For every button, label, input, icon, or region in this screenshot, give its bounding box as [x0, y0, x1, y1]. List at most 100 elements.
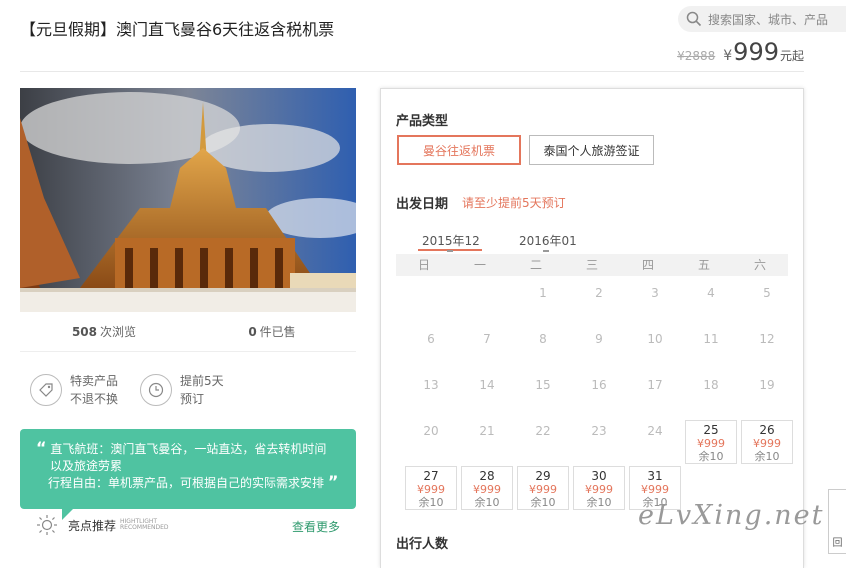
- view-more-link[interactable]: 查看更多: [292, 518, 340, 535]
- day-remaining: 余10: [754, 450, 780, 463]
- views-stat: 508 次浏览: [20, 312, 188, 351]
- travelers-label: 出行人数: [396, 537, 449, 552]
- day-remaining: 余10: [586, 496, 612, 509]
- search-icon: [686, 11, 702, 27]
- day-price: ¥999: [753, 437, 781, 450]
- day-number: 28: [479, 469, 495, 483]
- day-price: ¥999: [473, 483, 501, 496]
- calendar-day-unavailable: 22: [535, 424, 551, 438]
- calendar-day-unavailable: 4: [707, 286, 715, 300]
- current-price: 999: [733, 38, 779, 66]
- month-tab-marker: [447, 250, 453, 252]
- highlight-text: 以及旅途劳累: [50, 459, 123, 473]
- day-number: 29: [535, 469, 551, 483]
- calendar-day-unavailable: 21: [479, 424, 495, 438]
- date-hint: 请至少提前5天预订: [462, 196, 566, 210]
- feature-line: 预订: [180, 392, 205, 406]
- highlight-text: 直飞航班：澳门直飞曼谷，一站直达，省去转机时间: [50, 442, 327, 456]
- month-tab-active[interactable]: 2015年12: [422, 232, 480, 249]
- calendar-day-unavailable: 7: [483, 332, 491, 346]
- calendar-day-unavailable: 10: [647, 332, 663, 346]
- month-tab[interactable]: 2016年01: [519, 232, 577, 249]
- calendar-day-unavailable: 20: [423, 424, 439, 438]
- currency-symbol: ¥: [723, 48, 733, 64]
- sun-icon: [37, 515, 57, 535]
- back-to-top-button[interactable]: 回: [828, 489, 846, 554]
- day-number: 26: [759, 423, 775, 437]
- weekday-label: 三: [585, 258, 598, 272]
- feature-list: 特卖产品 不退不换 提前5天预订: [30, 372, 350, 408]
- calendar-day-available[interactable]: 30 ¥999 余10: [573, 466, 625, 510]
- day-price: ¥999: [417, 483, 445, 496]
- calendar-day-unavailable: 16: [591, 378, 607, 392]
- calendar-day-unavailable: 6: [427, 332, 435, 346]
- option-bangkok-flight[interactable]: 曼谷往返机票: [397, 135, 521, 165]
- header-divider: [20, 71, 804, 72]
- departure-date-label: 出发日期: [396, 197, 449, 212]
- close-quote: ”: [327, 472, 339, 491]
- tag-icon: [30, 374, 62, 406]
- calendar-day-available[interactable]: 27 ¥999 余10: [405, 466, 457, 510]
- sold-count: 0: [248, 324, 257, 339]
- day-number: 27: [423, 469, 439, 483]
- day-remaining: 余10: [418, 496, 444, 509]
- weekday-label: 四: [641, 258, 654, 272]
- calendar-day-unavailable: 13: [423, 378, 439, 392]
- calendar-day-available[interactable]: 28 ¥999 余10: [461, 466, 513, 510]
- calendar-day-unavailable: 8: [539, 332, 547, 346]
- feature-advance-booking: 提前5天预订: [140, 372, 250, 408]
- clock-icon: [140, 374, 172, 406]
- calendar-day-unavailable: 5: [763, 286, 771, 300]
- calendar-day-unavailable: 19: [759, 378, 775, 392]
- calendar-day-unavailable: 3: [651, 286, 659, 300]
- feature-special-sale: 特卖产品 不退不换: [30, 372, 140, 408]
- calendar-day-available[interactable]: 29 ¥999 余10: [517, 466, 569, 510]
- weekday-label: 二: [529, 258, 542, 272]
- calendar-day-available[interactable]: 25 ¥999 余10: [685, 420, 737, 464]
- day-price: ¥999: [697, 437, 725, 450]
- views-label: 次浏览: [100, 325, 137, 339]
- day-price: ¥999: [641, 483, 669, 496]
- search-input[interactable]: 搜索国家、城市、产品: [678, 6, 846, 32]
- calendar-day-unavailable: 11: [703, 332, 719, 346]
- highlight-label: 亮点推荐 HIGHTLIGHT RECOMMENDED: [36, 514, 169, 536]
- day-remaining: 余10: [530, 496, 556, 509]
- weekday-label: 日: [417, 258, 430, 272]
- calendar-day-unavailable: 14: [479, 378, 495, 392]
- highlight-text: 行程自由：单机票产品，可根据自己的实际需求安排: [48, 476, 325, 490]
- calendar-day-unavailable: 17: [647, 378, 663, 392]
- calendar-day-unavailable: 15: [535, 378, 551, 392]
- weekday-header: 日一二三四五六: [396, 254, 788, 276]
- calendar-day-available[interactable]: 26 ¥999 余10: [741, 420, 793, 464]
- day-number: 25: [703, 423, 719, 437]
- sold-label: 件已售: [259, 325, 296, 339]
- price-suffix: 元起: [779, 49, 804, 63]
- stats-bar: 508 次浏览 0 件已售: [20, 312, 356, 352]
- day-number: 31: [647, 469, 663, 483]
- calendar-day-unavailable: 9: [595, 332, 603, 346]
- watermark: eLvXing.net: [638, 500, 825, 531]
- option-thailand-visa[interactable]: 泰国个人旅游签证: [529, 135, 654, 165]
- highlight-bubble: “ 直飞航班：澳门直飞曼谷，一站直达，省去转机时间 以及旅途劳累 行程自由：单机…: [20, 429, 356, 509]
- day-price: ¥999: [585, 483, 613, 496]
- calendar-day-unavailable: 1: [539, 286, 547, 300]
- product-photo: [20, 88, 356, 312]
- price-block: ¥2888 ¥ 999 元起: [677, 38, 804, 66]
- calendar-day-unavailable: 2: [595, 286, 603, 300]
- day-number: 30: [591, 469, 607, 483]
- day-price: ¥999: [529, 483, 557, 496]
- feature-line: 特卖产品: [70, 374, 119, 388]
- page-title: 【元旦假期】澳门直飞曼谷6天往返含税机票: [20, 20, 335, 39]
- month-tab-marker: [543, 250, 549, 252]
- weekday-label: 一: [473, 258, 486, 272]
- original-price: ¥2888: [677, 49, 716, 63]
- calendar-day-unavailable: 12: [759, 332, 775, 346]
- calendar-day-unavailable: 23: [591, 424, 607, 438]
- weekday-label: 六: [753, 258, 766, 272]
- highlight-en: RECOMMENDED: [120, 524, 169, 531]
- search-placeholder: 搜索国家、城市、产品: [708, 12, 829, 27]
- calendar-day-unavailable: 18: [703, 378, 719, 392]
- views-count: 508: [71, 324, 98, 339]
- highlight-title: 亮点推荐: [68, 518, 117, 533]
- feature-line: 提前5天: [180, 374, 224, 388]
